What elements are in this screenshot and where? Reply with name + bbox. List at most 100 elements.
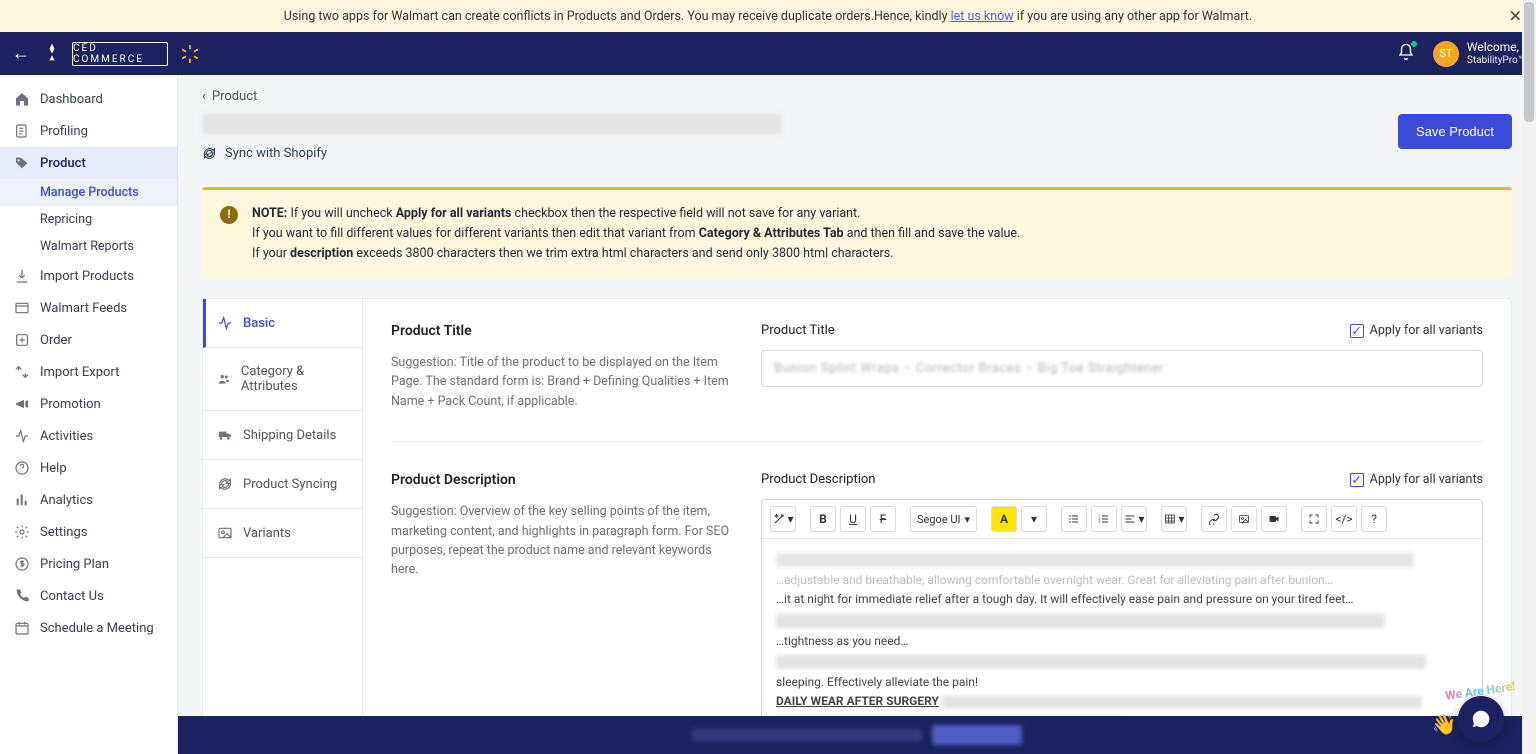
- field-label-product-title: Product Title: [761, 323, 835, 338]
- svg-text:3: 3: [1099, 520, 1101, 524]
- save-product-button[interactable]: Save Product: [1398, 114, 1512, 149]
- editor-link-button[interactable]: [1201, 506, 1227, 532]
- editor-code-button[interactable]: </>: [1331, 506, 1357, 532]
- nav-back-icon[interactable]: ←: [12, 43, 30, 64]
- sidebar-item-label: Settings: [40, 525, 87, 540]
- sidebar-item-promotion[interactable]: Promotion: [0, 388, 177, 420]
- apply-all-variants-desc-checkbox[interactable]: ✓ Apply for all variants: [1350, 472, 1483, 487]
- sidebar-item-help[interactable]: Help: [0, 452, 177, 484]
- editor-text-color-button[interactable]: A: [991, 506, 1017, 532]
- editor-align-button[interactable]: ▾: [1121, 506, 1147, 532]
- note-prefix: NOTE:: [252, 206, 287, 221]
- checkbox-checked-icon: ✓: [1350, 473, 1364, 487]
- vertical-tabs: Basic Category & Attributes Shipping Det…: [203, 299, 363, 754]
- welcome-label: Welcome,: [1467, 41, 1524, 54]
- field-label-product-desc: Product Description: [761, 472, 876, 487]
- notifications-button[interactable]: [1397, 43, 1415, 65]
- desc-fragment: …tightness as you need…: [776, 632, 1468, 651]
- sidebar-sub-walmart-reports[interactable]: Walmart Reports: [0, 233, 177, 260]
- top-alert: Using two apps for Walmart can create co…: [0, 0, 1536, 32]
- brand-block: CED COMMERCE: [42, 42, 202, 66]
- sidebar: Dashboard Profiling Product Manage Produ…: [0, 75, 178, 754]
- editor-ul-button[interactable]: [1061, 506, 1087, 532]
- wave-hand-icon: 👋: [1431, 712, 1456, 736]
- brand-logo: CED COMMERCE: [72, 42, 168, 66]
- sidebar-item-label: Order: [40, 333, 72, 348]
- sidebar-item-label: Schedule a Meeting: [40, 621, 154, 636]
- editor-image-button[interactable]: [1231, 506, 1257, 532]
- editor-fullscreen-button[interactable]: [1301, 506, 1327, 532]
- sidebar-item-label: Contact Us: [40, 589, 104, 604]
- sidebar-item-contact-us[interactable]: Contact Us: [0, 580, 177, 612]
- welcome-block[interactable]: Welcome, StabilityPro™: [1467, 41, 1524, 65]
- walmart-spark-icon: [178, 42, 202, 66]
- sidebar-item-activities[interactable]: Activities: [0, 420, 177, 452]
- sidebar-sub-repricing[interactable]: Repricing: [0, 206, 177, 233]
- chat-launcher-button[interactable]: [1458, 696, 1504, 742]
- section-heading-title: Product Title: [391, 323, 731, 339]
- editor-magic-button[interactable]: ▾: [770, 506, 796, 532]
- page-scrollbar[interactable]: [1522, 0, 1536, 754]
- sync-label: Sync with Shopify: [225, 146, 327, 161]
- sidebar-item-pricing-plan[interactable]: Pricing Plan: [0, 548, 177, 580]
- sidebar-item-schedule-meeting[interactable]: Schedule a Meeting: [0, 612, 177, 644]
- breadcrumb-label: Product: [212, 89, 257, 104]
- editor-ol-button[interactable]: 123: [1091, 506, 1117, 532]
- desc-fragment: …it at night for immediate relief after …: [776, 590, 1468, 609]
- breadcrumb[interactable]: ‹ Product: [202, 89, 1512, 104]
- vtab-variants[interactable]: Variants: [203, 509, 362, 558]
- alert-close-icon[interactable]: ✕: [1509, 7, 1522, 26]
- sidebar-item-import-export[interactable]: Import Export: [0, 356, 177, 388]
- sidebar-item-label: Promotion: [40, 397, 101, 412]
- sync-with-shopify-button[interactable]: Sync with Shopify: [202, 146, 1398, 161]
- page-title-redacted: [202, 114, 782, 134]
- footer-text-redacted: [692, 729, 922, 741]
- sidebar-item-label: Import Export: [40, 365, 119, 380]
- section-hint-desc: Suggestion: Overview of the key selling …: [391, 502, 731, 580]
- chevron-left-icon: ‹: [202, 89, 206, 104]
- section-heading-desc: Product Description: [391, 472, 731, 488]
- section-hint-title: Suggestion: Title of the product to be d…: [391, 353, 731, 411]
- alert-link[interactable]: let us know: [951, 9, 1014, 24]
- avatar[interactable]: ST: [1433, 41, 1459, 67]
- vtab-shipping-details[interactable]: Shipping Details: [203, 411, 362, 460]
- note-card: ! NOTE: If you will uncheck Apply for al…: [202, 187, 1512, 278]
- editor-toolbar: ▾ B U F Segoe UI ▾ A: [762, 500, 1482, 539]
- sidebar-item-order[interactable]: Order: [0, 324, 177, 356]
- editor-text-color-dropdown[interactable]: ▾: [1021, 506, 1047, 532]
- product-title-input[interactable]: Bunion Splint Wraps – Corrector Braces –…: [761, 350, 1483, 387]
- product-card: Basic Category & Attributes Shipping Det…: [202, 298, 1512, 754]
- sidebar-item-profiling[interactable]: Profiling: [0, 115, 177, 147]
- sidebar-item-analytics[interactable]: Analytics: [0, 484, 177, 516]
- editor-font-select[interactable]: Segoe UI ▾: [910, 506, 977, 532]
- sidebar-item-label: Walmart Feeds: [40, 301, 127, 316]
- alert-text-post: if you are using any other app for Walma…: [1017, 9, 1252, 24]
- sidebar-sub-manage-products[interactable]: Manage Products: [0, 179, 177, 206]
- vtab-product-syncing[interactable]: Product Syncing: [203, 460, 362, 509]
- sidebar-item-label: Pricing Plan: [40, 557, 109, 572]
- editor-bold-button[interactable]: B: [810, 506, 836, 532]
- editor-table-button[interactable]: ▾: [1161, 506, 1187, 532]
- desc-fragment: DAILY WEAR AFTER SURGERY: [776, 694, 939, 708]
- sidebar-item-dashboard[interactable]: Dashboard: [0, 83, 177, 115]
- editor-clear-format-button[interactable]: F: [870, 506, 896, 532]
- editor-underline-button[interactable]: U: [840, 506, 866, 532]
- vtab-basic[interactable]: Basic: [203, 299, 362, 348]
- sidebar-item-walmart-feeds[interactable]: Walmart Feeds: [0, 292, 177, 324]
- sidebar-item-label: Analytics: [40, 493, 93, 508]
- sidebar-item-label: Help: [40, 461, 67, 476]
- sidebar-item-import-products[interactable]: Import Products: [0, 260, 177, 292]
- vtab-category-attributes[interactable]: Category & Attributes: [203, 348, 362, 411]
- apply-all-variants-title-checkbox[interactable]: ✓ Apply for all variants: [1350, 323, 1483, 338]
- sidebar-item-settings[interactable]: Settings: [0, 516, 177, 548]
- sidebar-item-product[interactable]: Product: [0, 147, 177, 179]
- sidebar-item-label: Activities: [40, 429, 93, 444]
- brand-mark-icon: [42, 42, 62, 66]
- editor-help-button[interactable]: ?: [1361, 506, 1387, 532]
- sidebar-item-label: Product: [40, 156, 86, 171]
- editor-body[interactable]: …adjustable and breathable, allowing com…: [762, 539, 1482, 719]
- scrollbar-thumb[interactable]: [1524, 2, 1534, 122]
- chat-widget: We Are Here! 👋: [1445, 684, 1516, 742]
- footer-bar: [178, 716, 1536, 754]
- editor-video-button[interactable]: [1261, 506, 1287, 532]
